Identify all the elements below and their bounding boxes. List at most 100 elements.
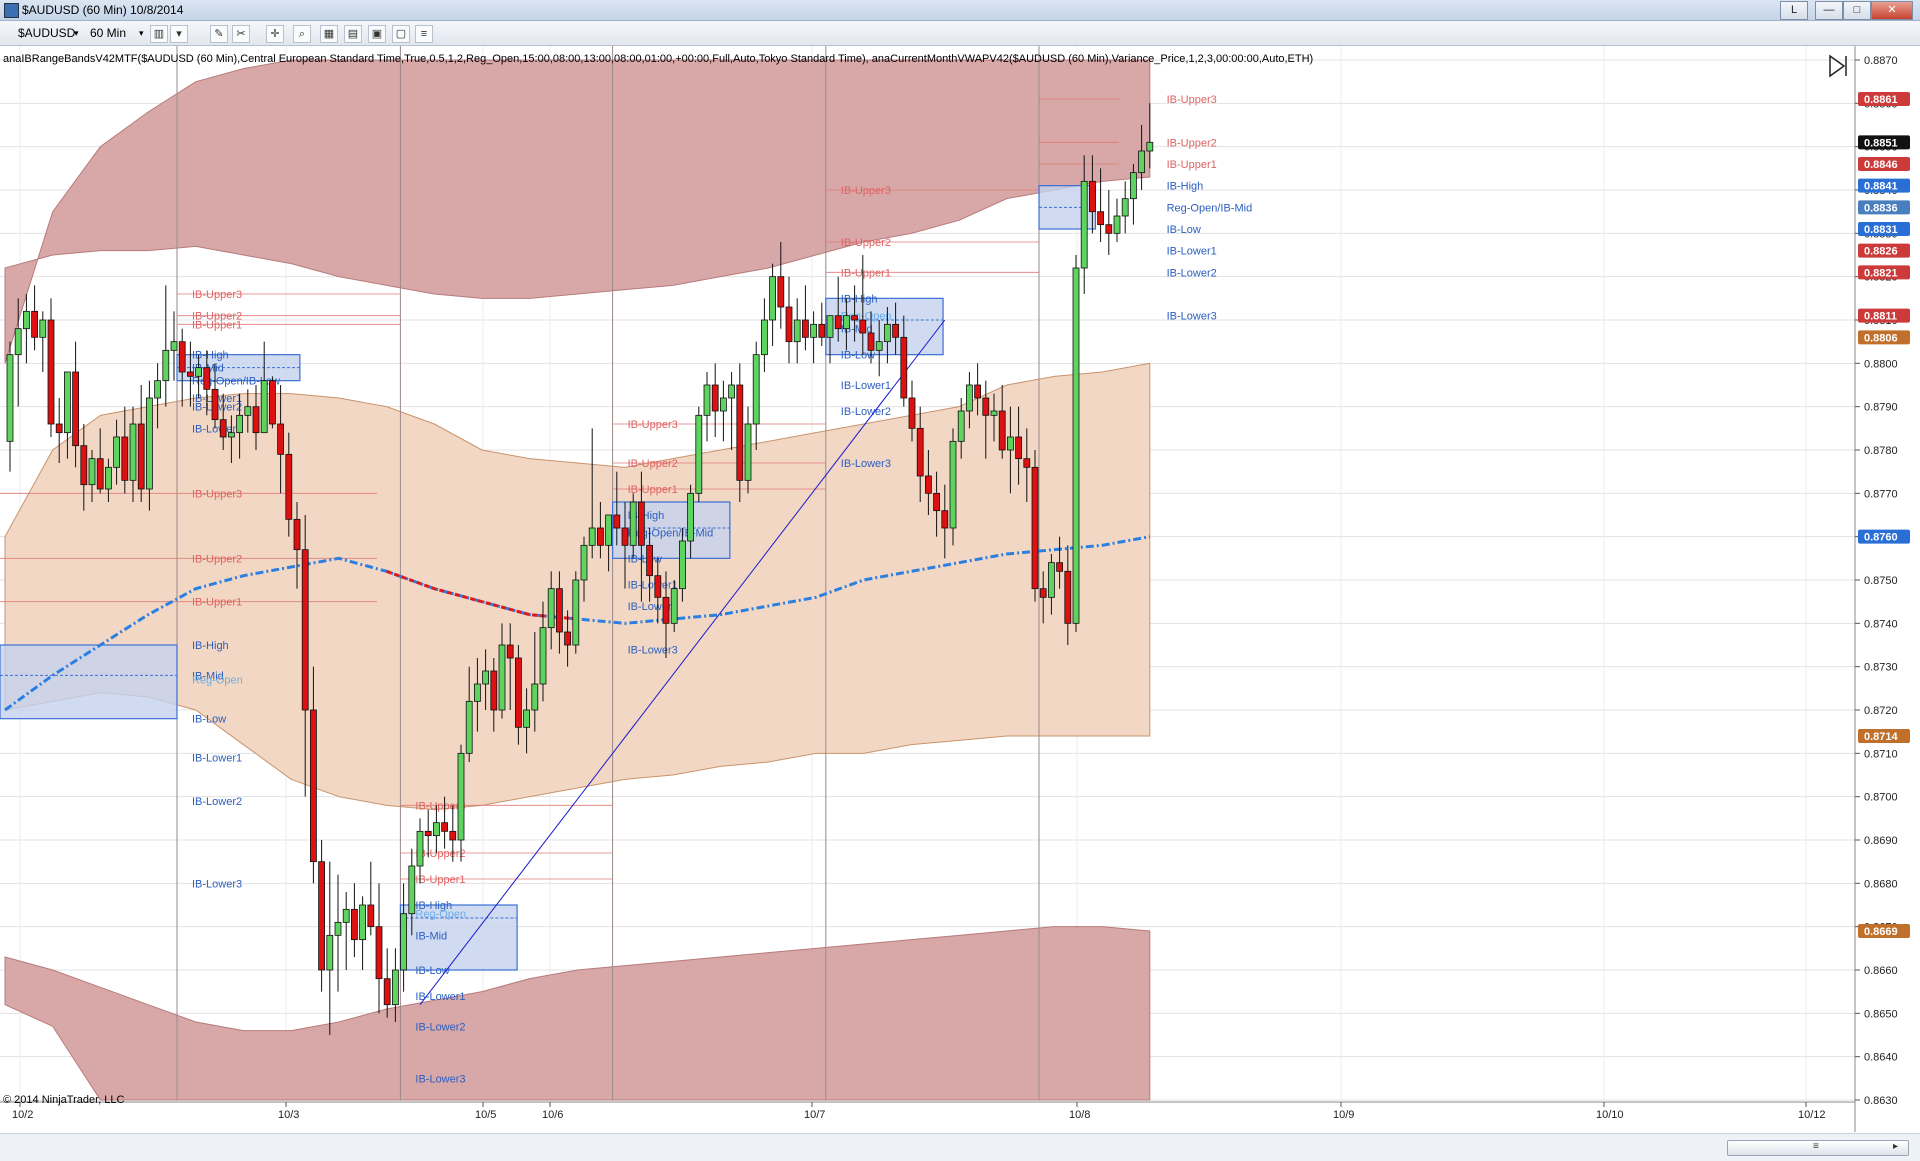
- candle-bull: [629, 501, 637, 546]
- drawing-tool-icon[interactable]: ✎: [210, 25, 228, 43]
- properties-icon[interactable]: ▦: [320, 25, 338, 43]
- candle-bear: [1031, 466, 1039, 590]
- ib-level-label: IB-Upper1: [192, 597, 242, 609]
- candle-bear: [818, 323, 826, 338]
- price-tick-label: 0.8630: [1864, 1095, 1898, 1107]
- ib-level-label: IB-Lower3: [415, 1073, 465, 1085]
- candle-bear: [96, 458, 104, 490]
- candle-bull: [14, 328, 22, 356]
- data-box-icon[interactable]: ▢: [392, 25, 410, 43]
- candle-bear: [1023, 458, 1031, 468]
- scrollbar-thumb[interactable]: ≡ ▸: [1727, 1140, 1909, 1156]
- instrument-dropdown-icon[interactable]: ▾: [74, 24, 79, 42]
- candle-bear: [268, 380, 276, 425]
- crosshair-icon[interactable]: ✛: [266, 25, 284, 43]
- candle-bull: [64, 371, 71, 434]
- close-button[interactable]: ✕: [1871, 1, 1913, 20]
- candle-bull: [408, 865, 416, 915]
- price-tick-label: 0.8650: [1864, 1008, 1898, 1020]
- price-chart[interactable]: IB-Upper3 IB-Upper2 IB-Upper1 IB-High IB-Mid…: [0, 46, 1920, 1132]
- ib-level-label: Reg-Open: [415, 909, 466, 921]
- candle-bear: [925, 475, 932, 494]
- candle-bull: [129, 423, 137, 481]
- zoom-icon[interactable]: ⌕: [293, 25, 311, 43]
- candle-bull: [769, 276, 776, 321]
- link-button[interactable]: L: [1780, 1, 1808, 20]
- candle-bull: [547, 588, 555, 629]
- indicators-icon[interactable]: ▤: [344, 25, 362, 43]
- candle-bear: [80, 445, 88, 486]
- minimize-button[interactable]: —: [1815, 1, 1843, 20]
- candle-bear: [908, 397, 916, 429]
- candle-bear: [186, 371, 194, 377]
- price-tick-label: 0.8680: [1864, 878, 1898, 890]
- candle-bull: [391, 969, 399, 1006]
- candle-bear: [121, 436, 129, 481]
- ib-level-label: IB-Upper3: [192, 488, 242, 500]
- remove-drawing-icon[interactable]: ✂: [232, 25, 250, 43]
- ib-level-label: IB-Lower1: [192, 753, 242, 765]
- instrument-selector[interactable]: $AUDUSD: [18, 24, 75, 42]
- candle-bear: [367, 904, 375, 928]
- bar-style-dropdown-icon[interactable]: ▾: [170, 25, 188, 43]
- ib-level-label: IB-Upper1: [841, 267, 891, 279]
- candle-bull: [1121, 198, 1129, 217]
- ib-level-label: IB-Lower1: [1167, 246, 1217, 258]
- candle-bull: [539, 627, 547, 685]
- price-tag-label: 0.8669: [1864, 926, 1898, 938]
- candle-bull: [326, 934, 334, 971]
- candle-bear: [211, 388, 219, 421]
- candle-bull: [875, 341, 883, 351]
- price-tag-label: 0.8714: [1864, 731, 1899, 743]
- candle-bull: [105, 466, 112, 490]
- candle-bear: [1105, 224, 1113, 234]
- bar-style-icon[interactable]: ▥: [150, 25, 168, 43]
- price-tick-label: 0.8710: [1864, 748, 1898, 760]
- candle-bear: [736, 384, 744, 481]
- candle-bear: [252, 406, 260, 434]
- time-tick-label: 10/12: [1798, 1109, 1826, 1121]
- ib-level-label: IB-Lower2: [628, 601, 678, 613]
- candle-bull: [342, 908, 350, 923]
- price-tag-label: 0.8836: [1864, 202, 1898, 214]
- candle-bull: [588, 527, 596, 546]
- maximize-button[interactable]: □: [1843, 1, 1871, 20]
- ib-level-label: IB-Mid: [415, 930, 447, 942]
- candle-bull: [170, 341, 178, 351]
- ib-level-label: IB-Lower3: [628, 644, 678, 656]
- candle-bear: [933, 492, 940, 512]
- horizontal-scrollbar[interactable]: ≡ ▸: [0, 1133, 1920, 1161]
- candle-bull: [679, 540, 686, 590]
- candle-bear: [711, 384, 719, 412]
- candle-bull: [1072, 267, 1080, 624]
- candle-bull: [966, 384, 973, 412]
- price-tick-label: 0.8870: [1864, 55, 1898, 67]
- candle-bull: [465, 700, 473, 754]
- candle-bear: [31, 310, 39, 338]
- strategies-icon[interactable]: ▣: [368, 25, 386, 43]
- candle-bear: [785, 306, 793, 343]
- candle-bull: [990, 410, 998, 416]
- candle-bull: [695, 414, 703, 494]
- time-tick-label: 10/3: [278, 1109, 299, 1121]
- interval-selector[interactable]: 60 Min: [90, 24, 126, 42]
- ib-level-label: IB-Upper2: [1167, 137, 1217, 149]
- price-tag-label: 0.8831: [1864, 224, 1898, 236]
- candle-bear: [662, 596, 670, 624]
- price-tick-label: 0.8700: [1864, 792, 1898, 804]
- price-tag-label: 0.8826: [1864, 246, 1898, 258]
- candle-bull: [752, 354, 760, 425]
- candle-bear: [859, 319, 867, 334]
- candle-bull: [482, 670, 490, 685]
- price-tag-label: 0.8806: [1864, 332, 1898, 344]
- chart-trader-icon[interactable]: ≡: [415, 25, 433, 43]
- candle-bear: [383, 978, 391, 1006]
- candle-bear: [424, 830, 432, 837]
- interval-dropdown-icon[interactable]: ▾: [139, 24, 144, 42]
- price-tick-label: 0.8640: [1864, 1052, 1898, 1064]
- ib-level-label: IB-Upper3: [192, 289, 242, 301]
- candle-bull: [605, 514, 612, 546]
- candle-bear: [834, 315, 842, 330]
- candle-bull: [473, 683, 481, 702]
- candle-bear: [506, 644, 514, 659]
